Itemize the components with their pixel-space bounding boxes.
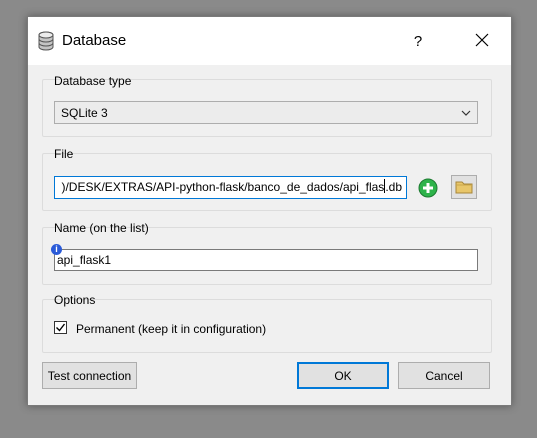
test-connection-button[interactable]: Test connection bbox=[42, 362, 137, 389]
info-icon: i bbox=[51, 244, 62, 255]
close-button[interactable] bbox=[460, 17, 504, 65]
file-path-tail: .db bbox=[385, 180, 402, 194]
file-path-visible: )/DESK/EXTRAS/API-python-flask/banco_de_… bbox=[61, 180, 385, 194]
window-title: Database bbox=[62, 32, 127, 49]
chevron-down-icon bbox=[460, 107, 472, 119]
folder-icon bbox=[455, 179, 473, 198]
database-icon bbox=[38, 31, 54, 51]
permanent-checkbox[interactable] bbox=[54, 321, 67, 334]
database-type-value: SQLite 3 bbox=[61, 106, 108, 120]
add-file-button[interactable] bbox=[415, 175, 441, 199]
browse-folder-button[interactable] bbox=[451, 175, 477, 199]
ok-button[interactable]: OK bbox=[297, 362, 389, 389]
cancel-button[interactable]: Cancel bbox=[398, 362, 490, 389]
help-button[interactable]: ? bbox=[400, 17, 436, 65]
checkmark-icon bbox=[56, 323, 66, 332]
database-dialog: Database ? Database type SQLite 3 File )… bbox=[27, 16, 512, 406]
options-label: Options bbox=[54, 293, 96, 307]
name-input[interactable]: api_flask1 bbox=[54, 249, 478, 271]
name-value: api_flask1 bbox=[57, 253, 112, 267]
name-label: Name (on the list) bbox=[54, 221, 149, 235]
database-type-label: Database type bbox=[54, 74, 132, 88]
file-label: File bbox=[54, 147, 74, 161]
add-file-icon bbox=[418, 178, 438, 201]
close-icon bbox=[475, 33, 489, 50]
database-type-select[interactable]: SQLite 3 bbox=[54, 101, 478, 124]
permanent-label: Permanent (keep it in configuration) bbox=[76, 322, 267, 336]
file-path-input[interactable]: )/DESK/EXTRAS/API-python-flask/banco_de_… bbox=[54, 176, 407, 199]
file-path-text: )/DESK/EXTRAS/API-python-flask/banco_de_… bbox=[61, 177, 402, 197]
title-bar: Database ? bbox=[28, 17, 511, 65]
